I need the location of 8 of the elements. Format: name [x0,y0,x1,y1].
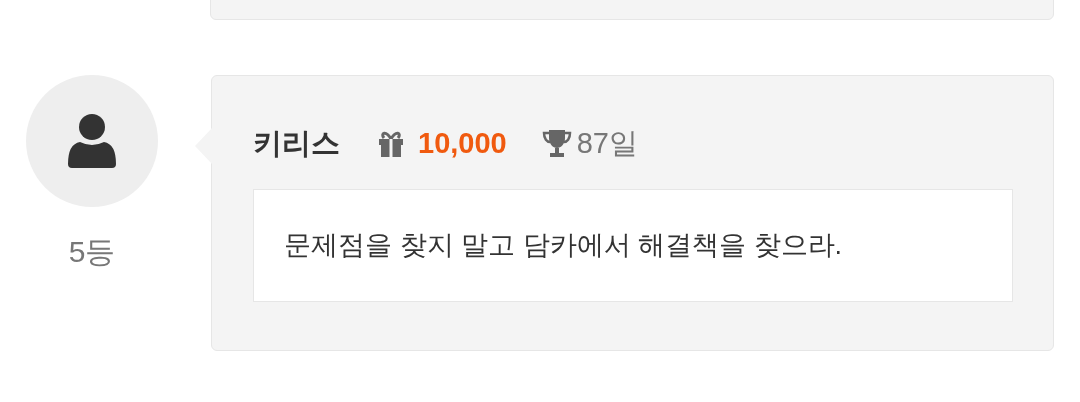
user-name: 키리스 [253,126,340,162]
user-icon [68,114,116,168]
rank-label: 5등 [68,234,116,270]
points-value: 10,000 [418,126,507,162]
days-value: 87일 [576,126,638,162]
message-text: 문제점을 찾지 말고 담카에서 해결책을 찾으라. [284,229,842,263]
gift-icon [376,130,406,158]
trophy-icon [540,128,573,160]
